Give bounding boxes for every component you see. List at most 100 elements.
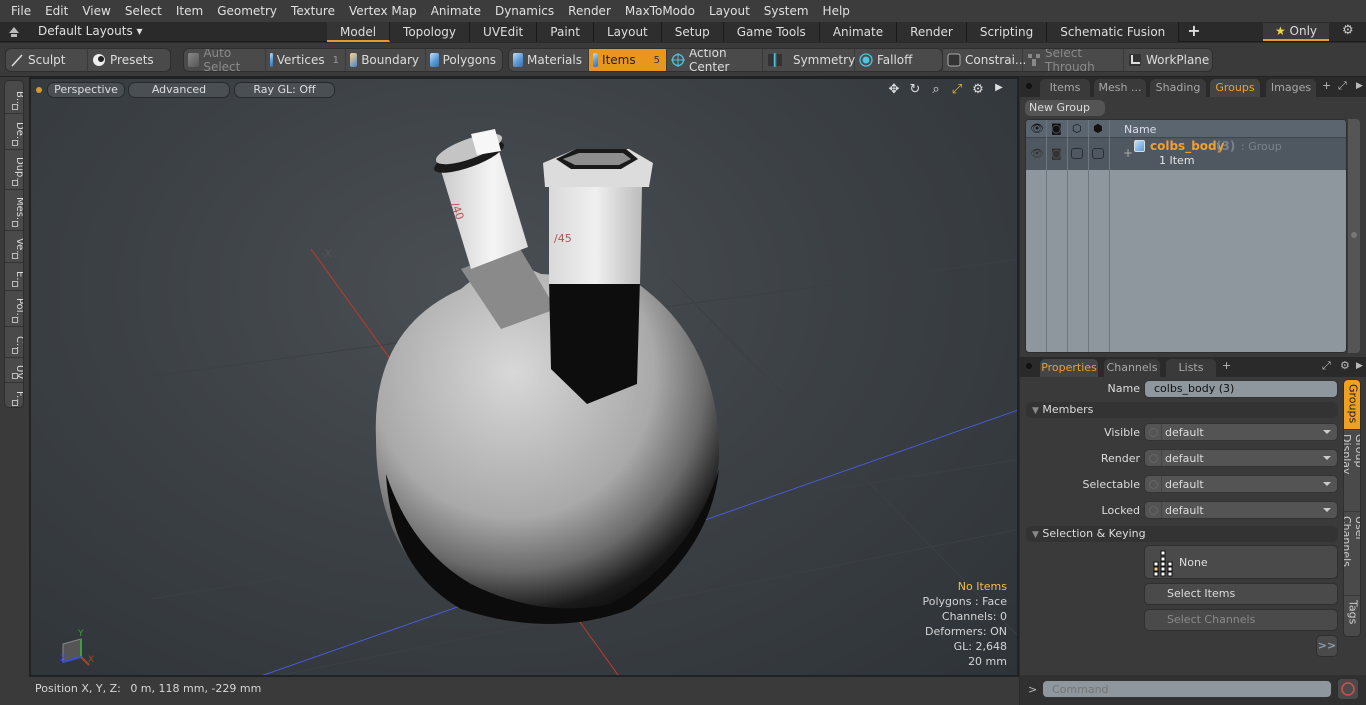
tab-render[interactable]: Render xyxy=(897,22,967,42)
tool-tab-curve[interactable]: C... xyxy=(5,327,23,358)
viewport-menu-arrow-icon[interactable]: ▶ xyxy=(991,82,1007,97)
symmetry-button[interactable]: Symmetry xyxy=(763,49,855,71)
viewport-settings-gear-icon[interactable]: ⚙ xyxy=(970,82,986,97)
panel-menu-arrow-icon[interactable]: ▶ xyxy=(1356,361,1363,371)
menu-edit[interactable]: Edit xyxy=(38,0,75,22)
tool-tab-uv[interactable]: UV xyxy=(5,358,23,383)
visible-key-icon[interactable] xyxy=(1149,428,1158,437)
menu-help[interactable]: Help xyxy=(816,0,857,22)
pan-move-icon[interactable]: ✥ xyxy=(886,82,902,97)
row-selectable-toggle[interactable] xyxy=(1071,148,1083,159)
view-mode-button[interactable]: Perspective xyxy=(47,82,125,98)
tab-lists[interactable]: Lists xyxy=(1166,359,1216,377)
groups-list-scrollbar[interactable] xyxy=(1348,119,1360,353)
shading-mode-button[interactable]: Advanced xyxy=(128,82,230,98)
render-dropdown[interactable]: default xyxy=(1144,449,1338,467)
tool-tab-duplicate[interactable]: Dup... xyxy=(5,150,23,190)
side-tab-groups[interactable]: Groups xyxy=(1344,380,1360,430)
tab-setup[interactable]: Setup xyxy=(661,22,724,42)
expand-panel-icon[interactable]: ⤢ xyxy=(1338,79,1347,93)
menu-render[interactable]: Render xyxy=(561,0,618,22)
workplane-button[interactable]: WorkPlane xyxy=(1124,49,1212,71)
auto-select-button[interactable]: Auto Select xyxy=(184,49,266,71)
lock-cube-icon[interactable]: ⬢ xyxy=(1093,122,1103,135)
menu-layout[interactable]: Layout xyxy=(702,0,757,22)
selection-keying-section-header[interactable]: ▼ Selection & Keying xyxy=(1026,526,1338,542)
select-items-button[interactable]: Select Items xyxy=(1144,583,1338,605)
selectable-dropdown[interactable]: default xyxy=(1144,475,1338,493)
maximize-viewport-icon[interactable]: ⤢ xyxy=(949,82,965,97)
members-section-header[interactable]: ▼ Members xyxy=(1026,402,1338,418)
tab-mesh[interactable]: Mesh ... xyxy=(1094,79,1146,97)
tab-model[interactable]: Model xyxy=(327,22,391,42)
select-through-button[interactable]: Select Through xyxy=(1023,49,1124,71)
tab-properties[interactable]: Properties xyxy=(1040,359,1098,377)
row-render-camera-icon[interactable]: ◙ xyxy=(1051,147,1062,160)
column-name-header[interactable]: Name xyxy=(1124,123,1156,136)
side-tab-group-display[interactable]: Group Display xyxy=(1344,430,1360,512)
items-button[interactable]: Items 5 xyxy=(589,49,667,71)
tab-topology[interactable]: Topology xyxy=(390,22,471,42)
tool-tab-edge[interactable]: E... xyxy=(5,263,23,291)
tab-scripting[interactable]: Scripting xyxy=(966,22,1048,42)
command-input[interactable] xyxy=(1042,680,1332,698)
default-layouts-dropdown[interactable]: Default Layouts ▾ xyxy=(38,24,143,38)
add-panel-tab-icon[interactable]: + xyxy=(1222,359,1231,372)
more-options-button[interactable]: >> xyxy=(1316,635,1338,657)
panel-gear-icon[interactable]: ⚙ xyxy=(1340,359,1350,372)
tool-tab-vertex[interactable]: Ve... xyxy=(5,231,23,263)
polygons-button[interactable]: Polygons xyxy=(426,49,502,71)
selectable-key-icon[interactable] xyxy=(1149,480,1158,489)
tab-images[interactable]: Images xyxy=(1266,79,1316,97)
menu-maxtomodo[interactable]: MaxToModo xyxy=(618,0,702,22)
gear-icon[interactable]: ⚙ xyxy=(1342,23,1354,38)
tool-tab-basic[interactable]: B... xyxy=(5,81,23,114)
locked-dropdown[interactable]: default xyxy=(1144,501,1338,519)
sculpt-button[interactable]: Sculpt xyxy=(6,49,88,71)
select-channels-button[interactable]: Select Channels xyxy=(1144,609,1338,631)
tool-tab-deform[interactable]: De... xyxy=(5,114,23,150)
side-tab-tags[interactable]: Tags xyxy=(1344,596,1360,636)
group-row-colbs-body[interactable]: 👁 ◙ + colbs_body (3) : Group 1 Item xyxy=(1026,138,1346,170)
tab-animate[interactable]: Animate xyxy=(819,22,898,42)
materials-button[interactable]: Materials xyxy=(509,49,589,71)
scroll-handle[interactable] xyxy=(1351,232,1357,238)
menu-item[interactable]: Item xyxy=(169,0,210,22)
collapse-arrow-icon[interactable] xyxy=(8,26,20,38)
expand-panel-icon[interactable]: ⤢ xyxy=(1322,359,1331,373)
row-lock-toggle[interactable] xyxy=(1092,148,1104,159)
menu-texture[interactable]: Texture xyxy=(284,0,342,22)
only-favorites-button[interactable]: ★ Only xyxy=(1263,23,1329,41)
tab-groups[interactable]: Groups xyxy=(1210,79,1260,97)
tab-layout[interactable]: Layout xyxy=(593,22,662,42)
vertices-button[interactable]: Vertices 1 xyxy=(266,49,346,71)
selectable-cube-icon[interactable]: ⬡ xyxy=(1072,122,1082,135)
tab-uvedit[interactable]: UVEdit xyxy=(470,22,538,42)
tab-channels[interactable]: Channels xyxy=(1104,359,1160,377)
flask-model[interactable]: /40 /45 xyxy=(375,128,720,624)
raygl-button[interactable]: Ray GL: Off xyxy=(234,82,335,98)
tool-tab-fusion[interactable]: F... xyxy=(5,383,23,407)
row-visibility-eye-icon[interactable]: 👁 xyxy=(1030,147,1044,160)
side-tab-user-channels[interactable]: User Channels xyxy=(1344,512,1360,596)
tab-schematic-fusion[interactable]: Schematic Fusion xyxy=(1047,22,1180,42)
tab-paint[interactable]: Paint xyxy=(537,22,594,42)
expand-plus-icon[interactable]: + xyxy=(1123,146,1133,160)
menu-animate[interactable]: Animate xyxy=(424,0,488,22)
tab-items[interactable]: Items xyxy=(1040,79,1090,97)
menu-geometry[interactable]: Geometry xyxy=(210,0,284,22)
menu-dynamics[interactable]: Dynamics xyxy=(488,0,561,22)
render-camera-icon[interactable]: ◙ xyxy=(1051,122,1062,135)
panel-menu-arrow-icon[interactable]: ▶ xyxy=(1356,81,1363,91)
name-input[interactable]: colbs_body (3) xyxy=(1144,380,1338,398)
add-tab-button[interactable]: + xyxy=(1179,22,1208,42)
menu-select[interactable]: Select xyxy=(118,0,169,22)
tab-shading[interactable]: Shading xyxy=(1150,79,1206,97)
render-key-icon[interactable] xyxy=(1149,454,1158,463)
keying-none-button[interactable]: None xyxy=(1144,545,1338,579)
tool-tab-mesh-edit[interactable]: Mes... xyxy=(5,190,23,231)
menu-file[interactable]: File xyxy=(4,0,38,22)
constraints-button[interactable]: Constrai... xyxy=(943,49,1026,71)
tab-game-tools[interactable]: Game Tools xyxy=(723,22,820,42)
menu-system[interactable]: System xyxy=(757,0,816,22)
